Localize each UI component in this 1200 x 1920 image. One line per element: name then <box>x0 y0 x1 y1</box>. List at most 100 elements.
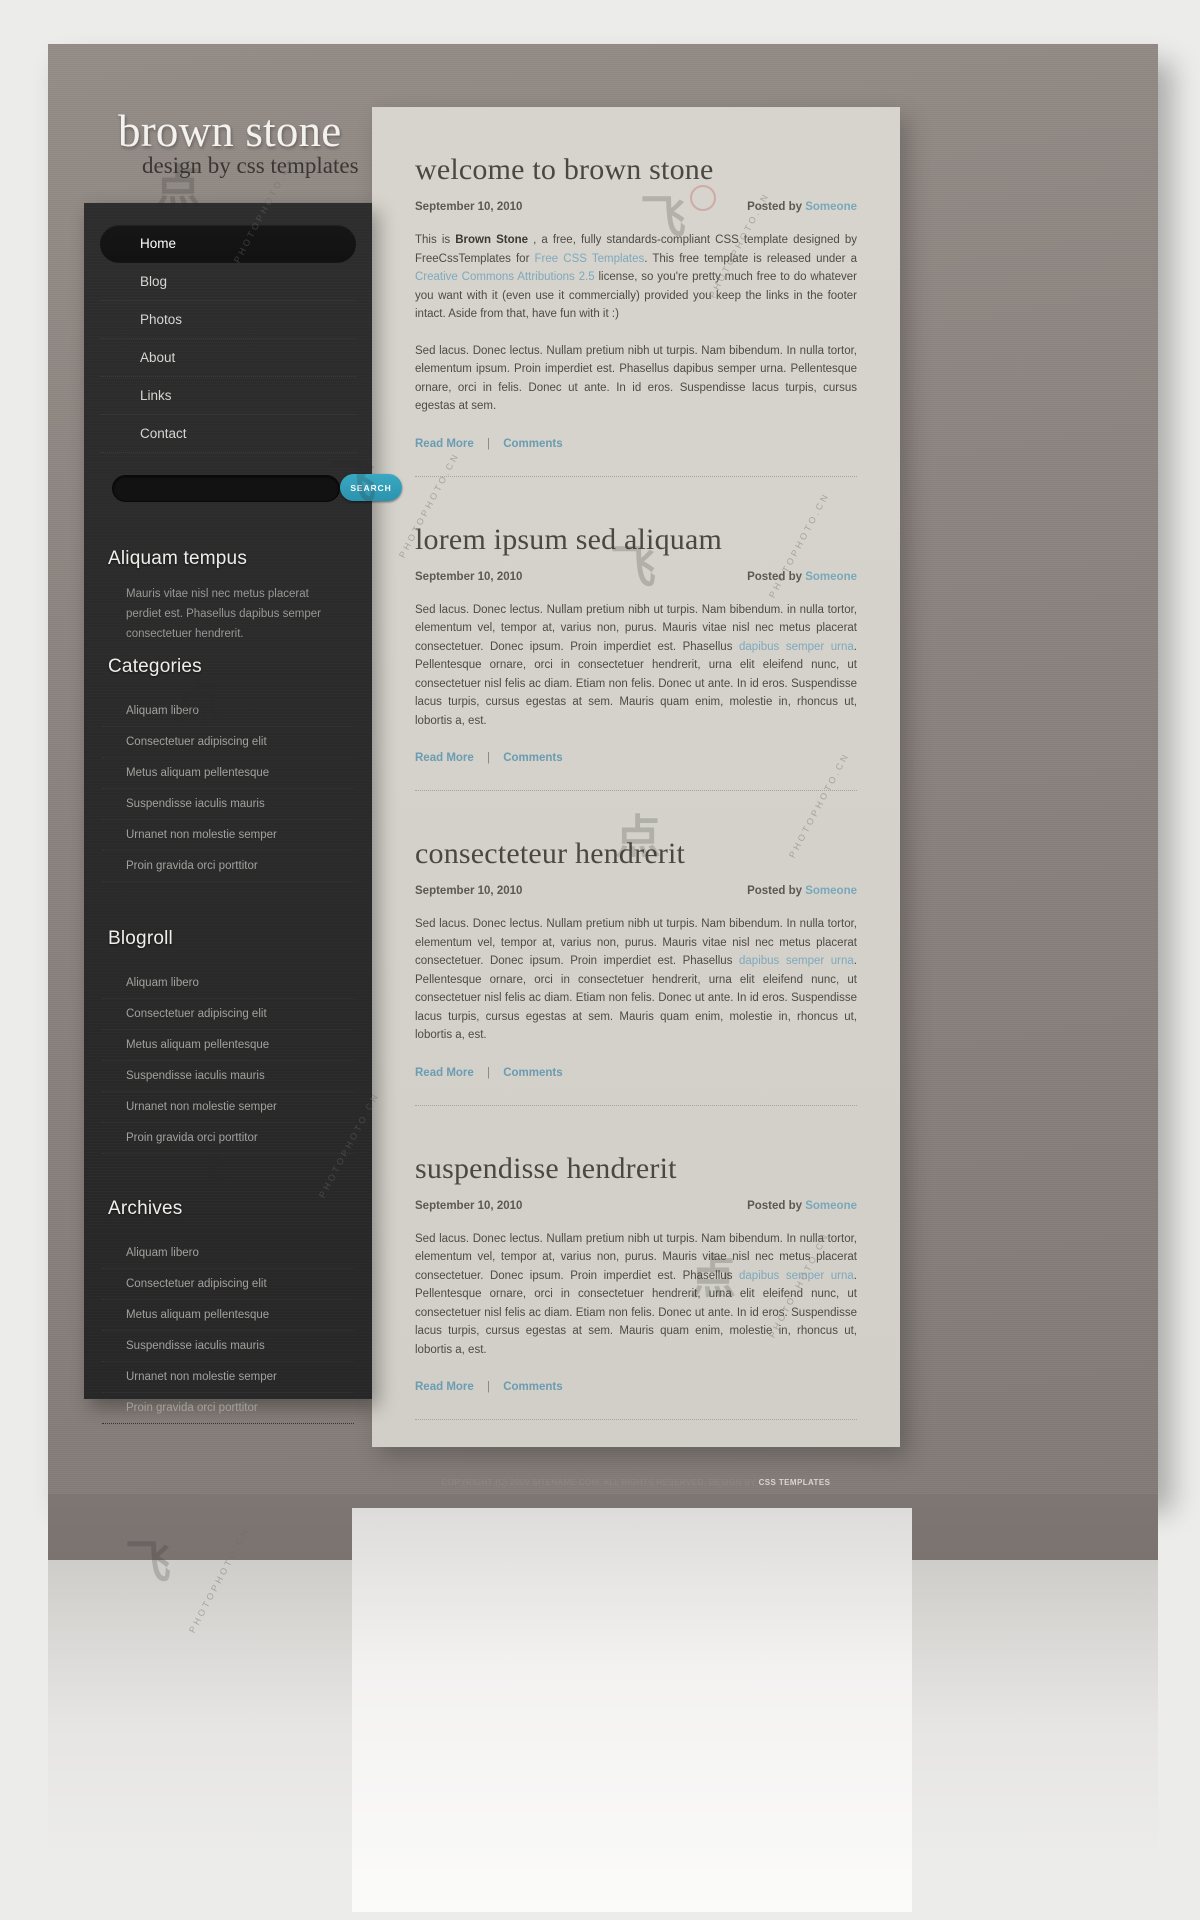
widget-archives: Archives Aliquam libero Consectetuer adi… <box>84 1198 372 1424</box>
read-more-link[interactable]: Read More <box>415 1067 474 1079</box>
post-paragraph-intro: This is Brown Stone , a free, fully stan… <box>415 231 857 324</box>
post-lorem-ipsum: lorem ipsum sed aliquam September 10, 20… <box>372 477 900 765</box>
post-author-link[interactable]: Someone <box>805 1200 857 1212</box>
page-white-tail <box>352 1508 912 1912</box>
list-item[interactable]: Consectetuer adipiscing elit <box>102 1269 354 1300</box>
post-date: September 10, 2010 <box>415 885 523 897</box>
separator: | <box>487 437 490 450</box>
site-header: brown stone design by css templates <box>118 106 538 192</box>
posted-by-label: Posted by <box>747 1199 803 1212</box>
sidebar-item-contact[interactable]: Contact <box>100 415 356 453</box>
nav-label: Blog <box>140 274 168 289</box>
nav-label: Photos <box>140 312 183 327</box>
list-item[interactable]: Proin gravida orci porttitor <box>102 1123 354 1154</box>
nav-label: Contact <box>140 426 187 441</box>
post-consecteteur: consecteteur hendrerit September 10, 201… <box>372 791 900 1079</box>
list-item[interactable]: Proin gravida orci porttitor <box>102 851 354 882</box>
sidebar-item-links[interactable]: Links <box>100 377 356 415</box>
read-more-link[interactable]: Read More <box>415 752 474 764</box>
widget-title: Aliquam tempus <box>108 548 248 569</box>
site-logo-title: brown stone <box>118 106 342 156</box>
post-author-link[interactable]: Someone <box>805 885 857 897</box>
list-item[interactable]: Urnanet non molestie semper <box>102 1362 354 1393</box>
widget-categories: Categories Aliquam libero Consectetuer a… <box>84 656 372 882</box>
widget-title: Categories <box>108 656 202 677</box>
list-item[interactable]: Consectetuer adipiscing elit <box>102 727 354 758</box>
list-item[interactable]: Suspendisse iaculis mauris <box>102 789 354 820</box>
nav-label: Links <box>140 388 172 403</box>
body-text-b: . Pellentesque ornare, orci in consectet… <box>415 640 857 727</box>
sidebar-item-blog[interactable]: Blog <box>100 263 356 301</box>
intro-text-c: . This free template is released under a <box>644 252 857 265</box>
read-more-link[interactable]: Read More <box>415 1381 474 1393</box>
post-actions: Read More | Comments <box>415 752 857 764</box>
post-title: suspendisse hendrerit <box>415 1151 677 1185</box>
search-form: SEARCH <box>84 471 402 515</box>
post-author-line: Posted by Someone <box>747 571 857 583</box>
comments-link[interactable]: Comments <box>503 1381 562 1393</box>
main-navigation: Home Blog Photos About Links Contact <box>84 225 372 453</box>
posted-by-label: Posted by <box>747 885 803 897</box>
post-meta: September 10, 2010 Posted by Someone <box>415 1200 857 1212</box>
post-date: September 10, 2010 <box>415 1199 523 1212</box>
search-button[interactable]: SEARCH <box>340 474 402 501</box>
read-more-link[interactable]: Read More <box>415 438 474 450</box>
search-input[interactable] <box>112 475 340 502</box>
post-suspendisse: suspendisse hendrerit September 10, 2010… <box>372 1106 900 1394</box>
body-text-b: . Pellentesque ornare, orci in consectet… <box>415 955 857 1041</box>
post-actions: Read More | Comments <box>415 1381 857 1393</box>
dapibus-link[interactable]: dapibus semper urna <box>739 1270 854 1282</box>
list-item[interactable]: Metus aliquam pellentesque <box>102 1300 354 1331</box>
list-item[interactable]: Aliquam libero <box>102 1238 354 1269</box>
post-paragraph: Sed lacus. Donec lectus. Nullam pretium … <box>415 601 857 731</box>
widget-title: Blogroll <box>108 928 173 949</box>
list-item[interactable]: Proin gravida orci porttitor <box>102 1393 354 1424</box>
post-paragraph-2: Sed lacus. Donec lectus. Nullam pretium … <box>415 344 857 413</box>
dapibus-link[interactable]: dapibus semper urna <box>739 955 854 967</box>
post-author-line: Posted by Someone <box>747 1200 857 1212</box>
creative-commons-link[interactable]: Creative Commons Attributions 2.5 <box>415 271 595 283</box>
post-title: consecteteur hendrerit <box>415 837 686 870</box>
intro-bold: Brown Stone <box>455 234 529 246</box>
body-text-b: . Pellentesque ornare, orci in consectet… <box>415 1269 857 1356</box>
dapibus-link[interactable]: dapibus semper urna <box>739 641 854 653</box>
widget-aliquam-tempus: Aliquam tempus Mauris vitae nisl nec met… <box>84 548 372 644</box>
list-item[interactable]: Urnanet non molestie semper <box>102 820 354 851</box>
site-logo-subtitle: design by css templates <box>142 153 359 178</box>
post-paragraph: Sed lacus. Donec lectus. Nullam pretium … <box>415 915 857 1045</box>
post-meta: September 10, 2010 Posted by Someone <box>415 885 857 897</box>
post-title: lorem ipsum sed aliquam <box>415 522 723 556</box>
post-author-link[interactable]: Someone <box>805 201 857 213</box>
posted-by-label: Posted by <box>747 201 803 213</box>
post-meta: September 10, 2010 Posted by Someone <box>415 201 857 213</box>
post-paragraph: Sed lacus. Donec lectus. Nullam pretium … <box>415 1230 857 1360</box>
free-css-templates-link[interactable]: Free CSS Templates <box>535 253 645 265</box>
nav-label: Home <box>140 236 177 251</box>
comments-link[interactable]: Comments <box>503 752 562 764</box>
list-item[interactable]: Metus aliquam pellentesque <box>102 758 354 789</box>
sidebar: Home Blog Photos About Links Contact SEA… <box>84 203 402 1424</box>
post-meta: September 10, 2010 Posted by Someone <box>415 571 857 583</box>
sidebar-item-photos[interactable]: Photos <box>100 301 356 339</box>
sidebar-item-about[interactable]: About <box>100 339 356 377</box>
post-date: September 10, 2010 <box>415 570 523 583</box>
archives-list: Aliquam libero Consectetuer adipiscing e… <box>84 1238 372 1424</box>
list-item[interactable]: Metus aliquam pellentesque <box>102 1030 354 1061</box>
comments-link[interactable]: Comments <box>503 1067 562 1079</box>
footer-designer: CSS TEMPLATES <box>758 1478 831 1487</box>
list-item[interactable]: Suspendisse iaculis mauris <box>102 1061 354 1092</box>
separator: | <box>487 1066 490 1079</box>
list-item[interactable]: Consectetuer adipiscing elit <box>102 999 354 1030</box>
list-item[interactable]: Aliquam libero <box>102 968 354 999</box>
sidebar-item-home[interactable]: Home <box>100 225 356 263</box>
list-item[interactable]: Urnanet non molestie semper <box>102 1092 354 1123</box>
categories-list: Aliquam libero Consectetuer adipiscing e… <box>84 696 372 882</box>
posted-by-label: Posted by <box>747 570 803 583</box>
main-content: welcome to brown stone September 10, 201… <box>372 107 900 1447</box>
post-author-link[interactable]: Someone <box>805 571 857 583</box>
nav-label: About <box>140 350 176 365</box>
list-item[interactable]: Aliquam libero <box>102 696 354 727</box>
list-item[interactable]: Suspendisse iaculis mauris <box>102 1331 354 1362</box>
comments-link[interactable]: Comments <box>503 438 562 450</box>
intro-text-a: This is <box>415 234 456 246</box>
